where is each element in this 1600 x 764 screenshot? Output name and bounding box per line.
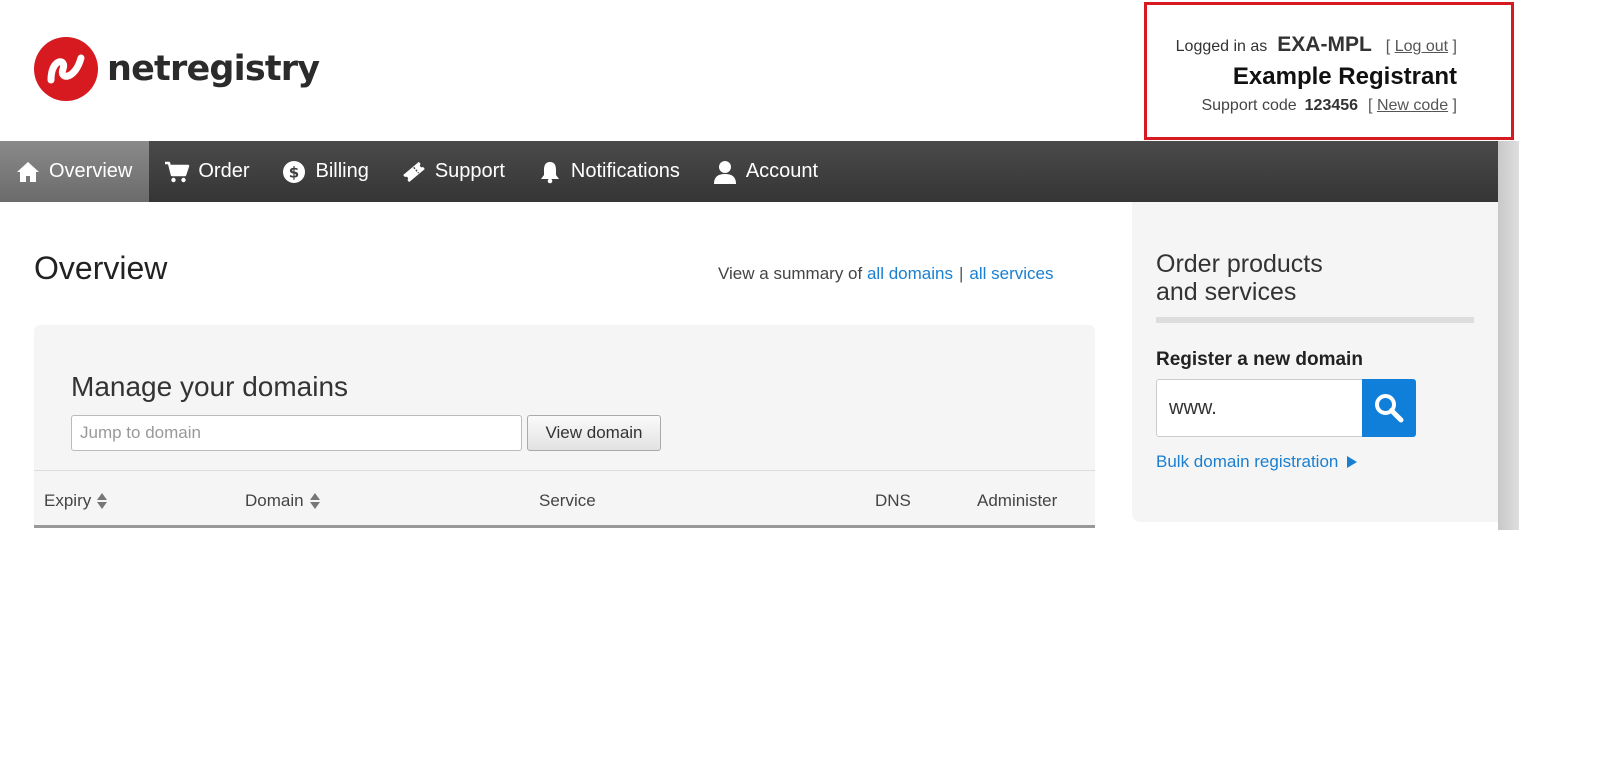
- bracket-open: [: [1368, 97, 1373, 114]
- sidebar-title-line1: Order products: [1156, 250, 1323, 278]
- dollar-icon: $: [281, 159, 307, 185]
- nav-item-account[interactable]: Account: [697, 141, 835, 202]
- support-code: 123456: [1304, 97, 1359, 114]
- manage-domains-panel: Manage your domains View domain Expiry D…: [34, 325, 1095, 528]
- register-domain-label: Register a new domain: [1156, 349, 1363, 370]
- netregistry-logo[interactable]: netregistry: [33, 36, 320, 102]
- logout-link[interactable]: Log out: [1395, 38, 1448, 56]
- nav-item-label: Overview: [49, 160, 133, 182]
- nav-item-order[interactable]: Order: [149, 141, 266, 202]
- summary-links: View a summary of all domains | all servic…: [718, 264, 1053, 284]
- bracket-close: ]: [1452, 38, 1457, 55]
- column-administer: Administer: [977, 491, 1057, 511]
- bulk-registration-label: Bulk domain registration: [1156, 452, 1339, 471]
- home-icon: [15, 159, 41, 185]
- registrant-name: Example Registrant: [1232, 63, 1457, 90]
- bulk-registration-link[interactable]: Bulk domain registration: [1156, 452, 1358, 472]
- column-expiry[interactable]: Expiry: [44, 491, 108, 511]
- support-code-label: Support code: [1201, 97, 1297, 114]
- sidebar-title: Order products and services: [1156, 250, 1406, 306]
- scrollbar[interactable]: [1498, 141, 1519, 530]
- jump-to-domain-input[interactable]: [71, 415, 522, 451]
- column-label: Expiry: [44, 491, 92, 510]
- all-services-link[interactable]: all services: [969, 264, 1053, 283]
- brand-name: netregistry: [107, 49, 320, 89]
- nav-item-overview[interactable]: Overview: [0, 141, 150, 202]
- support-code-row: Support code 123456 [ New code ]: [1201, 97, 1457, 115]
- cart-icon: [164, 159, 190, 185]
- bell-icon: [537, 159, 563, 185]
- column-label: DNS: [875, 491, 911, 510]
- ticket-icon: [401, 159, 427, 185]
- user-info-box: Logged in as EXA-MPL [ Log out ] Example…: [1144, 2, 1514, 140]
- nav-item-notifications[interactable]: Notifications: [522, 141, 697, 202]
- search-icon: [1375, 394, 1404, 423]
- user-icon: [712, 159, 738, 185]
- main-nav: Overview Order $ Billing Support Notific…: [0, 141, 1498, 202]
- bracket-open: [: [1385, 38, 1391, 55]
- domains-table-header: Expiry Domain Service DNS Administer: [34, 470, 1095, 528]
- sidebar-title-line2: and services: [1156, 278, 1297, 306]
- nav-item-support[interactable]: Support: [386, 141, 522, 202]
- svg-text:$: $: [289, 163, 299, 181]
- column-domain[interactable]: Domain: [245, 491, 320, 511]
- nav-item-label: Notifications: [570, 160, 680, 182]
- username: EXA-MPL: [1277, 33, 1372, 56]
- summary-prefix: View a summary of: [718, 264, 863, 283]
- logged-in-label: Logged in as: [1175, 38, 1268, 55]
- column-label: Administer: [977, 491, 1058, 510]
- nav-item-label: Account: [745, 160, 819, 182]
- sidebar-divider: [1156, 317, 1474, 323]
- nav-item-label: Billing: [315, 160, 369, 182]
- order-sidebar: Order products and services Register a n…: [1132, 202, 1498, 522]
- manage-domains-title: Manage your domains: [71, 371, 349, 402]
- domain-search-button[interactable]: [1362, 379, 1416, 437]
- logged-in-row: Logged in as EXA-MPL [ Log out ]: [1176, 33, 1457, 57]
- column-label: Service: [539, 491, 596, 510]
- page-title: Overview: [34, 250, 168, 286]
- column-service: Service: [539, 491, 596, 511]
- arrow-right-icon: [1347, 456, 1358, 468]
- summary-separator: |: [958, 264, 964, 283]
- view-domain-button[interactable]: View domain: [527, 415, 661, 451]
- nav-item-label: Order: [198, 160, 250, 182]
- nav-item-label: Support: [434, 160, 505, 182]
- column-dns: DNS: [875, 491, 911, 511]
- register-domain-input[interactable]: [1156, 379, 1362, 437]
- new-code-link[interactable]: New code: [1377, 97, 1448, 115]
- sort-icon: [97, 493, 108, 509]
- sort-icon: [309, 493, 320, 509]
- nav-item-billing[interactable]: $ Billing: [266, 141, 385, 202]
- all-domains-link[interactable]: all domains: [867, 264, 953, 283]
- column-label: Domain: [245, 491, 304, 510]
- netregistry-logo-icon: [34, 37, 98, 101]
- bracket-close: ]: [1452, 97, 1457, 114]
